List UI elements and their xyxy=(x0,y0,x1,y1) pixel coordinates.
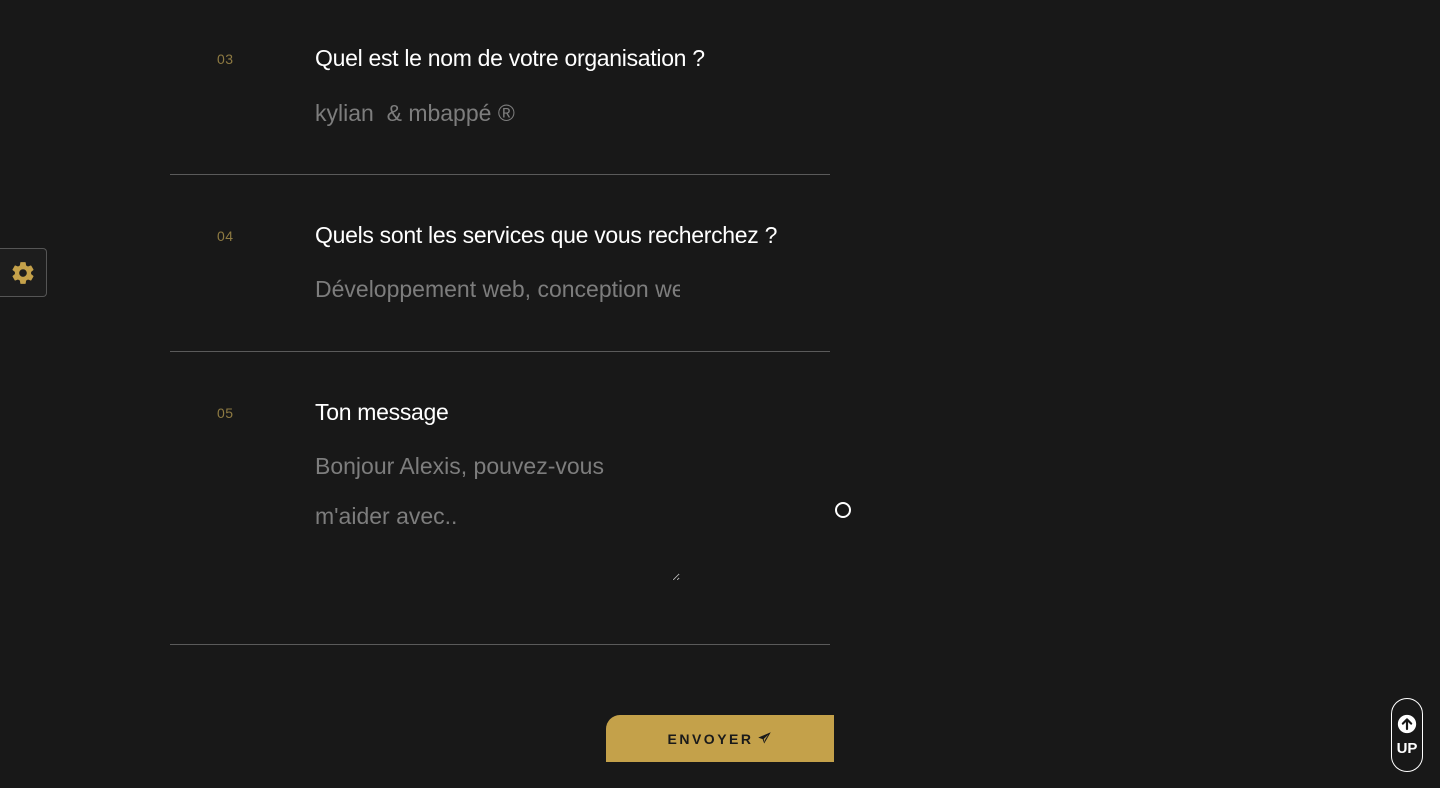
arrow-up-circle-icon xyxy=(1397,714,1417,733)
question-label: Ton message xyxy=(315,399,449,425)
up-label: UP xyxy=(1396,739,1418,757)
services-input[interactable] xyxy=(315,274,680,304)
message-textarea[interactable] xyxy=(315,441,680,581)
send-button[interactable]: ENVOYER xyxy=(606,715,834,762)
form-section-organisation: 03 Quel est le nom de votre organisation… xyxy=(170,0,830,174)
question-label: Quel est le nom de votre organisation ? xyxy=(315,45,705,71)
section-number: 04 xyxy=(217,228,234,244)
gear-icon xyxy=(11,261,34,284)
section-number: 05 xyxy=(217,405,234,421)
form-section-message: 05 Ton message xyxy=(170,352,830,644)
organisation-input[interactable] xyxy=(315,98,680,128)
form-section-services: 04 Quels sont les services que vous rech… xyxy=(170,175,830,351)
cursor-ring xyxy=(835,502,851,518)
back-to-top-button[interactable]: UP xyxy=(1391,698,1423,772)
settings-button[interactable] xyxy=(0,248,47,297)
contact-page: 03 Quel est le nom de votre organisation… xyxy=(0,0,1440,788)
divider xyxy=(170,644,830,645)
send-label: ENVOYER xyxy=(667,730,754,747)
question-label: Quels sont les services que vous recherc… xyxy=(315,222,778,248)
paper-plane-icon xyxy=(758,732,772,744)
section-number: 03 xyxy=(217,51,234,67)
